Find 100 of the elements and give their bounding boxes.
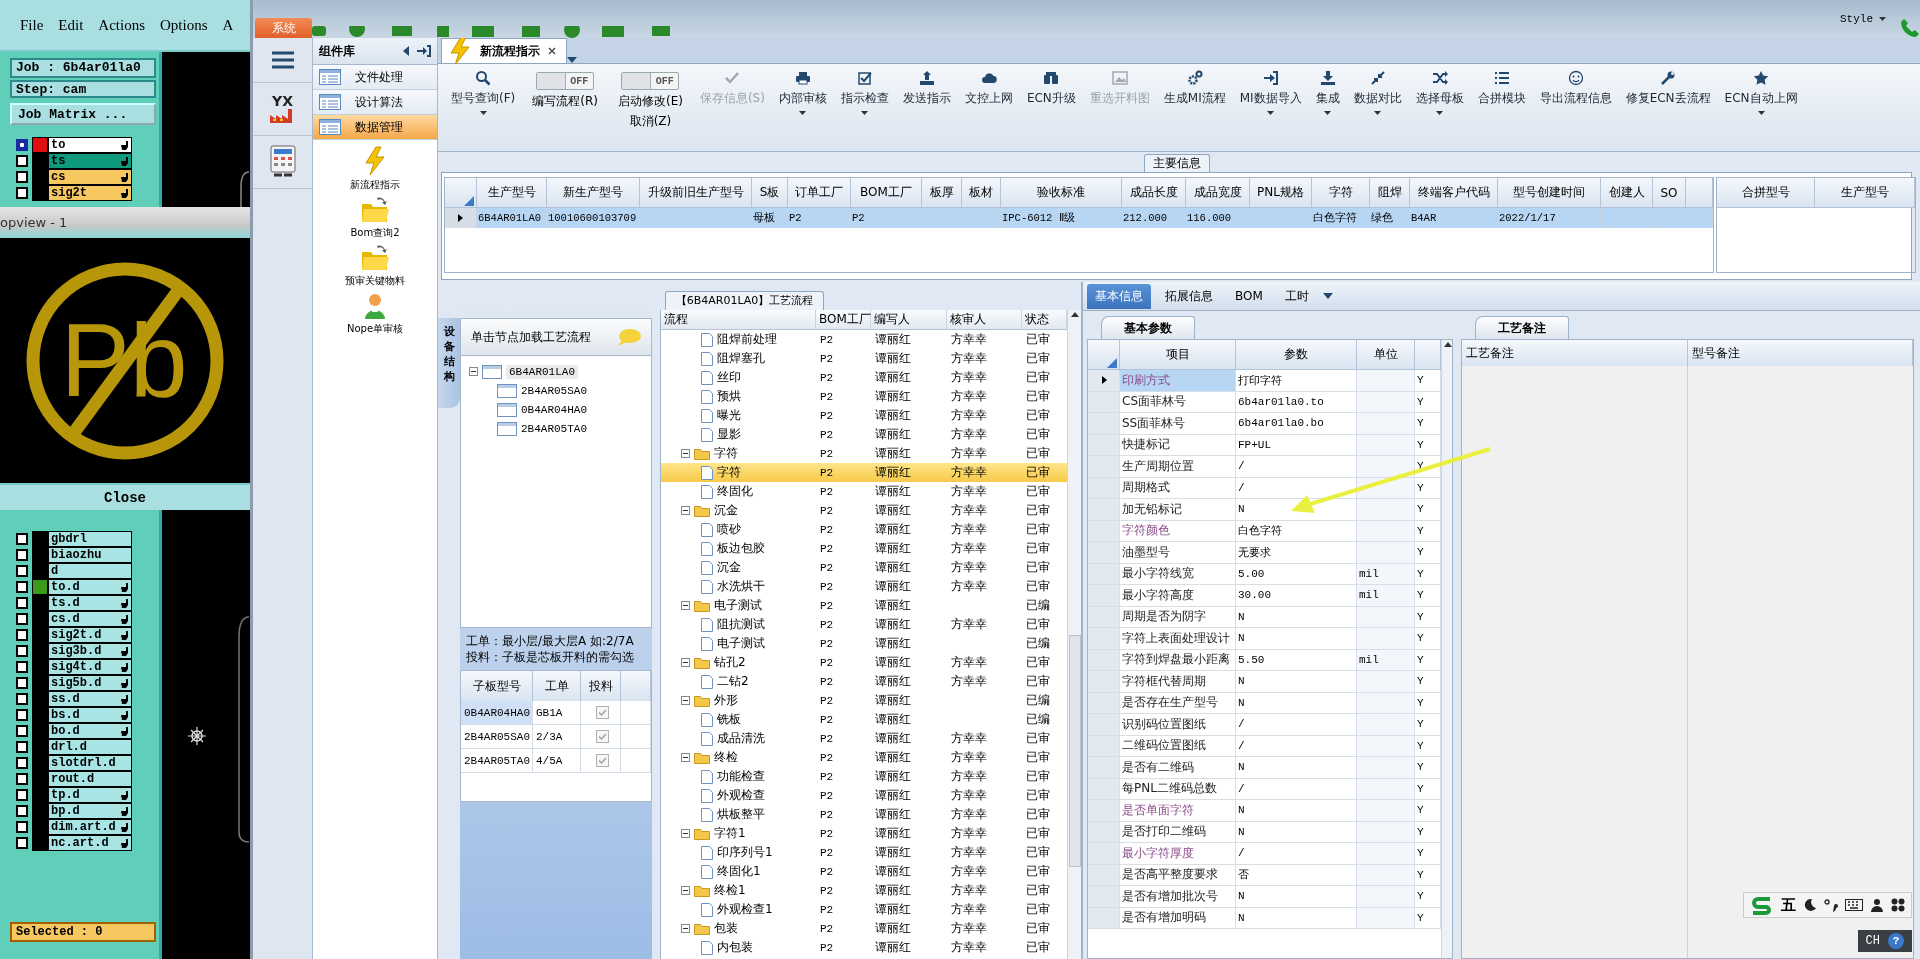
tree-node[interactable]: 2B4AR05TA0 (521, 422, 587, 435)
row-header-cell[interactable] (1088, 821, 1120, 843)
menu-item[interactable]: Options (160, 16, 208, 34)
tab[interactable]: BOM (1227, 285, 1271, 307)
menu-item[interactable]: Edit (58, 16, 84, 34)
layer-checkbox[interactable] (16, 741, 28, 753)
tab[interactable]: 工时 (1276, 283, 1317, 309)
row-header-cell[interactable] (1088, 370, 1120, 392)
layer-item[interactable]: to.d (48, 579, 132, 595)
toolbar-button[interactable]: 合拼模块 (1472, 70, 1531, 107)
tree-row-label[interactable]: 内包装 (661, 938, 816, 957)
layer-item[interactable]: ss.d (48, 691, 132, 707)
tree-row-label[interactable]: 字符1 (661, 824, 816, 843)
tree-row-label[interactable]: 钻孔2 (661, 653, 816, 672)
layer-checkbox[interactable] (16, 139, 28, 151)
tree-row-label[interactable]: 烘板整平 (661, 805, 816, 824)
row-header-cell[interactable] (1088, 413, 1120, 435)
layer-item[interactable]: cs (48, 169, 132, 185)
tab[interactable]: 工艺备注 (1475, 316, 1569, 339)
layer-item[interactable]: to (48, 137, 132, 153)
row-header-cell[interactable] (445, 208, 477, 228)
layer-checkbox[interactable] (16, 693, 28, 705)
toolbar-button[interactable]: 内部审核 (773, 70, 832, 115)
tree-row-label[interactable]: 终固化1 (661, 862, 816, 881)
layer-item[interactable]: sig2t (48, 185, 132, 201)
row-header-cell[interactable] (1088, 391, 1120, 413)
layer-checkbox[interactable] (16, 677, 28, 689)
layer-checkbox[interactable] (16, 155, 28, 167)
row-header-cell[interactable] (1088, 800, 1120, 822)
toolbar-button[interactable]: 数据对比 (1348, 70, 1407, 115)
layer-item[interactable]: sig2t.d (48, 627, 132, 643)
tree-row-label[interactable]: 终固化 (661, 482, 816, 501)
tree-row-label[interactable]: 沉金 (661, 501, 816, 520)
tool-item[interactable]: Nope单审核 (346, 292, 404, 336)
tab[interactable]: 基本信息 (1087, 283, 1151, 309)
row-header-cell[interactable] (1088, 671, 1120, 693)
category-item[interactable]: 设计算法 (313, 90, 437, 115)
toolbar-button[interactable]: ECN自动上网 (1719, 70, 1803, 115)
language-indicator[interactable]: CH (1865, 934, 1880, 948)
row-header-cell[interactable] (1088, 886, 1120, 908)
row-header-cell[interactable] (1088, 434, 1120, 456)
toolbar-button[interactable]: 文控上网 (959, 70, 1018, 107)
layer-checkbox[interactable] (16, 837, 28, 849)
layer-checkbox[interactable] (16, 629, 28, 641)
layer-item[interactable]: nc.art.d (48, 835, 132, 851)
tree-row-label[interactable]: 水洗烘干 (661, 577, 816, 596)
row-header-cell[interactable] (1088, 907, 1120, 929)
close-button[interactable]: Close (0, 483, 250, 510)
row-header-cell[interactable] (1088, 477, 1120, 499)
tree-row-label[interactable]: 喷砂 (661, 520, 816, 539)
help-button[interactable]: ? (1888, 933, 1904, 949)
tree-row-label[interactable]: 阻抗测试 (661, 615, 816, 634)
row-header-cell[interactable] (1088, 714, 1120, 736)
toolbar-button[interactable]: 修复ECN丢流程 (1620, 70, 1716, 107)
layer-checkbox[interactable] (16, 709, 28, 721)
menu-item[interactable]: Actions (98, 16, 145, 34)
tree-row-label[interactable]: 铣板 (661, 710, 816, 729)
tree-row-label[interactable]: 包装 (661, 919, 816, 938)
row-header-cell[interactable] (1088, 606, 1120, 628)
tree-row-label[interactable]: 终检 (661, 748, 816, 767)
layer-item[interactable]: sig5b.d (48, 675, 132, 691)
tool-item[interactable]: Bom查询2 (350, 196, 400, 240)
layer-item[interactable]: ts (48, 153, 132, 169)
toggle-switch[interactable]: OFF 编写流程(R) (524, 72, 606, 110)
row-header-cell[interactable] (1088, 563, 1120, 585)
row-header-cell[interactable] (1088, 735, 1120, 757)
row-header-cell[interactable] (1088, 456, 1120, 478)
layer-item[interactable]: bo.d (48, 723, 132, 739)
category-item[interactable]: 文件处理 (313, 65, 437, 90)
layer-checkbox[interactable] (16, 565, 28, 577)
toolbar-button[interactable]: MI数据导入 (1234, 70, 1307, 115)
tab[interactable]: 基本参数 (1101, 316, 1195, 339)
scroll-thumb[interactable] (1068, 634, 1081, 867)
tree-row-label[interactable]: 阻焊前处理 (661, 330, 816, 349)
document-tab[interactable]: 新流程指示 (441, 38, 567, 63)
toolbar-button[interactable]: 导出流程信息 (1534, 70, 1617, 107)
layer-checkbox[interactable] (16, 661, 28, 673)
row-header-cell[interactable] (1088, 542, 1120, 564)
tree-row-label[interactable]: 曝光 (661, 406, 816, 425)
layer-item[interactable]: slotdrl.d (48, 755, 132, 771)
layer-item[interactable]: dim.art.d (48, 819, 132, 835)
toggle-switch[interactable]: OFF 启动修改(E) 取消(Z) (609, 72, 691, 130)
tree-node[interactable]: 6B4AR01LA0 (506, 364, 578, 379)
tool-item[interactable]: 预审关键物料 (345, 244, 405, 288)
menu-item[interactable]: File (20, 16, 44, 34)
layer-item[interactable]: biaozhu (48, 547, 132, 563)
layer-checkbox[interactable] (16, 581, 28, 593)
toolbar-button[interactable]: 指示检查 (835, 70, 894, 115)
category-item[interactable]: 数据管理 (313, 115, 437, 140)
tree-row-label[interactable]: 沉金 (661, 558, 816, 577)
layer-checkbox[interactable] (16, 549, 28, 561)
menu-item[interactable]: A (222, 16, 234, 34)
layer-checkbox[interactable] (16, 597, 28, 609)
layer-checkbox[interactable] (16, 773, 28, 785)
toolbar-button[interactable]: 选择母板 (1410, 70, 1469, 115)
toolbar-button[interactable]: ECN升级 (1021, 70, 1081, 107)
toolbar-button[interactable]: 生成MI流程 (1158, 70, 1231, 107)
layer-item[interactable]: ts.d (48, 595, 132, 611)
row-header-cell[interactable] (1088, 757, 1120, 779)
tool-item[interactable]: 新流程指示 (350, 146, 400, 192)
